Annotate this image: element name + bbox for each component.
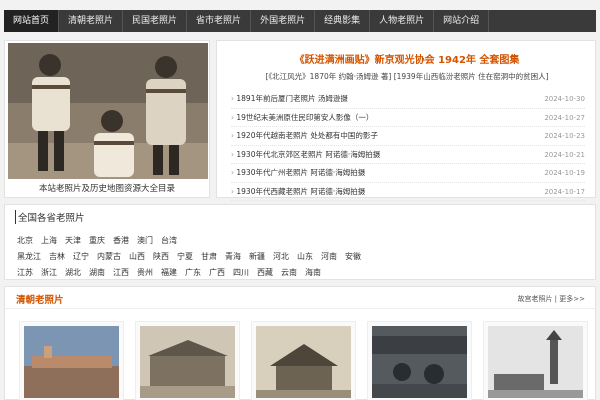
province-link[interactable]: 台湾: [161, 233, 177, 249]
news-title[interactable]: 1930年代广州老照片 阿诺德·海姆拍摄: [231, 164, 365, 182]
provinces-list: 北京 上海 天津 重庆 香港 澳门 台湾 黑龙江 吉林 辽宁 内蒙古 山西 陕西 宁夏 甘肃 青海 新疆 河北山…: [17, 233, 587, 281]
news-panel: 《跃进满洲画贴》新京观光协会 1942年 全套图集 [《北江风光》1870年 约…: [216, 40, 597, 201]
more-link[interactable]: 故宫老照片 | 更多>>: [517, 294, 585, 304]
province-link[interactable]: 吉林: [49, 249, 65, 265]
province-link[interactable]: 内蒙古: [97, 249, 121, 265]
province-link[interactable]: 江西: [113, 265, 129, 281]
featured-photo[interactable]: [8, 43, 208, 179]
nav-item-provinces[interactable]: 省市老照片: [187, 10, 252, 32]
provinces-title: 全国各省老照片: [15, 210, 85, 224]
featured-caption[interactable]: 本站老照片及历史地图资源大全目录: [5, 181, 209, 197]
province-link[interactable]: 山西: [129, 249, 145, 265]
province-link[interactable]: 河北: [273, 249, 289, 265]
provinces-row: 江苏 浙江 湖北 湖南 江西 贵州 福建 广东 广西 四川 西藏 云南 海南: [17, 265, 587, 281]
photo-thumbnail[interactable]: [251, 321, 356, 400]
news-list: 1891年前后厦门老照片 汤姆逊摄 2024-10-30 19世纪末美洲原住民印第…: [231, 90, 585, 201]
photo-thumbnail[interactable]: [135, 321, 240, 400]
list-item[interactable]: 1930年代广州老照片 阿诺德·海姆拍摄 2024-10-19: [231, 164, 585, 183]
photo-thumbnail[interactable]: [19, 321, 124, 400]
nav-item-qing[interactable]: 清朝老照片: [59, 10, 124, 32]
news-subline[interactable]: [《北江风光》1870年 约翰·汤姆逊 著] [1939年山西临汾老照片 住在窑…: [221, 71, 593, 82]
nav-item-albums[interactable]: 经典影集: [315, 10, 371, 32]
nav-item-republic[interactable]: 民国老照片: [123, 10, 188, 32]
province-link[interactable]: 黑龙江: [17, 249, 41, 265]
province-link[interactable]: 安徽: [345, 249, 361, 265]
province-link[interactable]: 福建: [161, 265, 177, 281]
nav-item-people[interactable]: 人物老照片: [370, 10, 435, 32]
news-date: 2024-10-17: [544, 187, 585, 196]
list-item[interactable]: 1930年代北京郊区老照片 阿诺德·海姆拍摄 2024-10-21: [231, 146, 585, 164]
province-link[interactable]: 江苏: [17, 265, 33, 281]
province-link[interactable]: 宁夏: [177, 249, 193, 265]
news-date: 2024-10-27: [544, 113, 585, 122]
nav-item-foreign[interactable]: 外国老照片: [251, 10, 316, 32]
province-link[interactable]: 青海: [225, 249, 241, 265]
list-item[interactable]: 19世纪末美洲原住民印第安人影像（一） 2024-10-27: [231, 109, 585, 127]
news-title[interactable]: 1920年代越南老照片 处处都有中国的影子: [231, 127, 377, 145]
province-link[interactable]: 四川: [233, 265, 249, 281]
list-item[interactable]: 1920年代越南老照片 处处都有中国的影子 2024-10-23: [231, 127, 585, 146]
province-link[interactable]: 山东: [297, 249, 313, 265]
news-title[interactable]: 1930年代北京郊区老照片 阿诺德·海姆拍摄: [231, 146, 380, 164]
province-link[interactable]: 湖北: [65, 265, 81, 281]
main-nav: 网站首页 清朝老照片 民国老照片 省市老照片 外国老照片 经典影集 人物老照片 …: [4, 10, 596, 32]
province-link[interactable]: 陕西: [153, 249, 169, 265]
province-link[interactable]: 澳门: [137, 233, 153, 249]
photo-thumbnail[interactable]: [483, 321, 588, 400]
section-header: 清朝老照片 故宫老照片 | 更多>>: [5, 287, 595, 309]
province-link[interactable]: 甘肃: [201, 249, 217, 265]
nav-item-home[interactable]: 网站首页: [4, 10, 60, 32]
province-link[interactable]: 北京: [17, 233, 33, 249]
province-link[interactable]: 河南: [321, 249, 337, 265]
photo-thumbnail[interactable]: [367, 321, 472, 400]
featured-photo-panel: 本站老照片及历史地图资源大全目录: [4, 40, 210, 198]
news-date: 2024-10-21: [544, 150, 585, 159]
section-title[interactable]: 清朝老照片: [16, 292, 64, 306]
news-headline[interactable]: 《跃进满洲画贴》新京观光协会 1942年 全套图集: [217, 51, 597, 66]
provinces-row: 北京 上海 天津 重庆 香港 澳门 台湾: [17, 233, 587, 249]
provinces-panel: 全国各省老照片 北京 上海 天津 重庆 香港 澳门 台湾 黑龙江 吉林 辽宁 内蒙古 山西 陕西 宁夏甘…: [4, 204, 596, 280]
province-link[interactable]: 广西: [209, 265, 225, 281]
qing-photos-panel: 清朝老照片 故宫老照片 | 更多>>: [4, 286, 596, 400]
news-title[interactable]: 1891年前后厦门老照片 汤姆逊摄: [231, 90, 347, 108]
news-date: 2024-10-23: [544, 132, 585, 140]
province-link[interactable]: 天津: [65, 233, 81, 249]
nav-item-about[interactable]: 网站介绍: [434, 10, 490, 32]
province-link[interactable]: 重庆: [89, 233, 105, 249]
news-date: 2024-10-30: [544, 95, 585, 103]
list-item[interactable]: 1930年代西藏老照片 阿诺德·海姆拍摄 2024-10-17: [231, 183, 585, 201]
province-link[interactable]: 上海: [41, 233, 57, 249]
province-link[interactable]: 新疆: [249, 249, 265, 265]
news-date: 2024-10-19: [544, 169, 585, 177]
province-link[interactable]: 广东: [185, 265, 201, 281]
province-link[interactable]: 香港: [113, 233, 129, 249]
news-title[interactable]: 19世纪末美洲原住民印第安人影像（一）: [231, 109, 373, 127]
news-title[interactable]: 1930年代西藏老照片 阿诺德·海姆拍摄: [231, 183, 365, 201]
province-link[interactable]: 浙江: [41, 265, 57, 281]
provinces-row: 黑龙江 吉林 辽宁 内蒙古 山西 陕西 宁夏 甘肃 青海 新疆 河北 山东 河南 安徽: [17, 249, 587, 265]
province-link[interactable]: 湖南: [89, 265, 105, 281]
province-link[interactable]: 辽宁: [73, 249, 89, 265]
province-link[interactable]: 海南: [305, 265, 321, 281]
province-link[interactable]: 云南: [281, 265, 297, 281]
list-item[interactable]: 1891年前后厦门老照片 汤姆逊摄 2024-10-30: [231, 90, 585, 109]
province-link[interactable]: 西藏: [257, 265, 273, 281]
province-link[interactable]: 贵州: [137, 265, 153, 281]
